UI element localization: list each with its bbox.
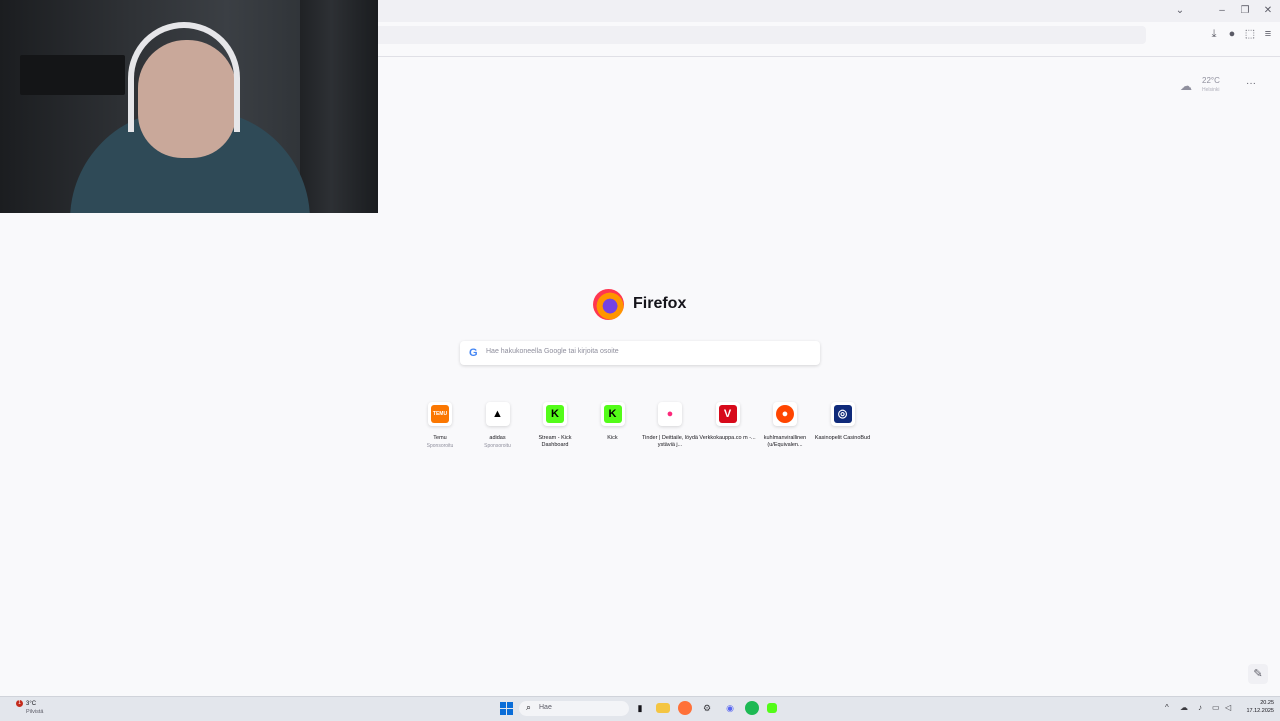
menu-icon[interactable]: ≡ <box>1261 27 1275 41</box>
tile-label: Tinder | Deittaile, löydä ystäviä j... <box>642 435 698 448</box>
taskbar-search-input[interactable]: ⌕ Hae <box>519 701 629 716</box>
account-icon[interactable]: ● <box>1225 27 1239 41</box>
notification-badge: 1 <box>16 700 23 707</box>
top-site-adidas[interactable]: ▲ adidas Sponsoroitu <box>468 402 526 456</box>
cloud-icon: ☁ <box>1180 79 1192 93</box>
reddit-icon: ● <box>776 405 794 423</box>
tile-box: K <box>543 402 567 426</box>
tile-box: V <box>715 402 740 426</box>
tinder-flame-icon: ● <box>661 405 679 423</box>
top-site-reddit[interactable]: ● kuhlmanvirallinen (u/Equivalen... <box>755 402 813 456</box>
taskbar: 1 3°C Pilvistä ⌕ Hae ▮ ⚙ ◉ ^ ☁ ♪ ▭ ◁ 20.… <box>0 696 1280 721</box>
download-icon[interactable]: ⤓ <box>1207 27 1221 41</box>
search-placeholder: Hae hakukoneella Google tai kirjoita oso… <box>486 348 619 355</box>
taskbar-weather-desc: Pilvistä <box>26 709 44 715</box>
tile-label: Verkkokauppa.co m -... <box>699 435 756 441</box>
weather-location: Helsinki <box>1202 87 1220 93</box>
microphone-icon[interactable]: ♪ <box>1198 703 1202 712</box>
weather-temperature: 22°C <box>1202 76 1220 85</box>
temu-icon: TEMU <box>431 405 449 423</box>
tile-label: Kick <box>607 435 618 441</box>
chat-app-icon[interactable]: ◉ <box>723 701 737 715</box>
close-button[interactable]: ✕ <box>1258 3 1278 19</box>
taskbar-weather-widget[interactable]: 1 3°C Pilvistä <box>8 700 58 718</box>
top-site-kick-dashboard[interactable]: K Stream - Kick Dashboard <box>525 402 583 456</box>
chevron-up-icon[interactable]: ^ <box>1165 703 1169 712</box>
top-site-temu[interactable]: TEMU Temu Sponsoroitu <box>410 402 468 456</box>
maximize-button[interactable]: ❐ <box>1235 3 1255 19</box>
tile-box: TEMU <box>428 402 452 426</box>
kick-taskbar-icon[interactable] <box>767 703 777 713</box>
verkkokauppa-icon: V <box>718 405 737 423</box>
tab-list-button[interactable]: ⌄ <box>1170 3 1190 19</box>
top-site-tinder[interactable]: ● Tinder | Deittaile, löydä ystäviä j... <box>640 402 698 456</box>
top-site-kick[interactable]: K Kick <box>583 402 641 456</box>
windows-start-icon[interactable] <box>500 702 513 715</box>
spotify-icon[interactable] <box>745 701 759 715</box>
tile-label: Temu <box>433 435 447 441</box>
tile-label: Kasinopelit CasinoBud <box>814 435 871 441</box>
task-view-icon[interactable]: ▮ <box>633 701 647 715</box>
taskbar-search-text: Hae <box>539 704 552 711</box>
brand-name: Firefox <box>633 295 687 312</box>
url-bar[interactable] <box>360 26 1146 44</box>
volume-icon[interactable]: ◁ <box>1225 703 1231 712</box>
top-site-casinobud[interactable]: ◎ Kasinopelit CasinoBud <box>813 402 871 456</box>
webcam-shelf <box>20 55 125 95</box>
top-sites: TEMU Temu Sponsoroitu ▲ adidas Sponsoroi… <box>410 402 870 456</box>
top-site-verkkokauppa[interactable]: V Verkkokauppa.co m -... <box>698 402 756 456</box>
tile-box: K <box>600 402 625 426</box>
tile-label: Stream - Kick Dashboard <box>538 435 572 448</box>
clock-time: 20.25 <box>1260 700 1274 706</box>
webcam-headset <box>128 22 240 132</box>
tile-box: ▲ <box>485 402 510 426</box>
network-icon[interactable]: ▭ <box>1212 703 1220 712</box>
weather-widget[interactable]: ☁ 22°C Helsinki <box>1180 76 1240 100</box>
firefox-logo-icon <box>593 289 624 320</box>
file-explorer-icon[interactable] <box>656 703 670 713</box>
clock-date: 17.12.2025 <box>1246 708 1274 714</box>
kick-icon: K <box>603 405 622 423</box>
webcam-overlay <box>0 0 378 213</box>
kick-icon: K <box>546 405 564 423</box>
tile-box: ◎ <box>830 402 855 426</box>
settings-app-icon[interactable]: ⚙ <box>700 701 714 715</box>
taskbar-clock[interactable]: 20.25 17.12.2025 <box>1240 700 1274 714</box>
search-input[interactable]: G Hae hakukoneella Google tai kirjoita o… <box>460 341 820 365</box>
casinobud-icon: ◎ <box>833 405 852 423</box>
webcam-curtain <box>300 0 378 213</box>
tile-box: ● <box>773 402 797 426</box>
taskbar-weather-temp: 3°C <box>26 701 37 707</box>
search-icon: ⌕ <box>526 702 532 712</box>
firefox-taskbar-icon[interactable] <box>678 701 692 715</box>
tile-label: adidas <box>489 435 506 441</box>
customize-pencil-icon[interactable]: ✎ <box>1248 664 1268 684</box>
tile-sponsored: Sponsoroitu <box>426 443 454 449</box>
more-options-button[interactable]: ··· <box>1246 78 1256 89</box>
adidas-icon: ▲ <box>488 405 507 423</box>
tile-box: ● <box>658 402 682 426</box>
minimize-button[interactable]: – <box>1212 3 1232 19</box>
tile-sponsored: Sponsoroitu <box>484 443 511 449</box>
extensions-icon[interactable]: ⬚ <box>1243 27 1257 41</box>
tray-app-icon[interactable]: ☁ <box>1180 703 1188 712</box>
tile-label: kuhlmanvirallinen (u/Equivalen... <box>763 435 807 448</box>
google-icon: G <box>469 347 478 359</box>
